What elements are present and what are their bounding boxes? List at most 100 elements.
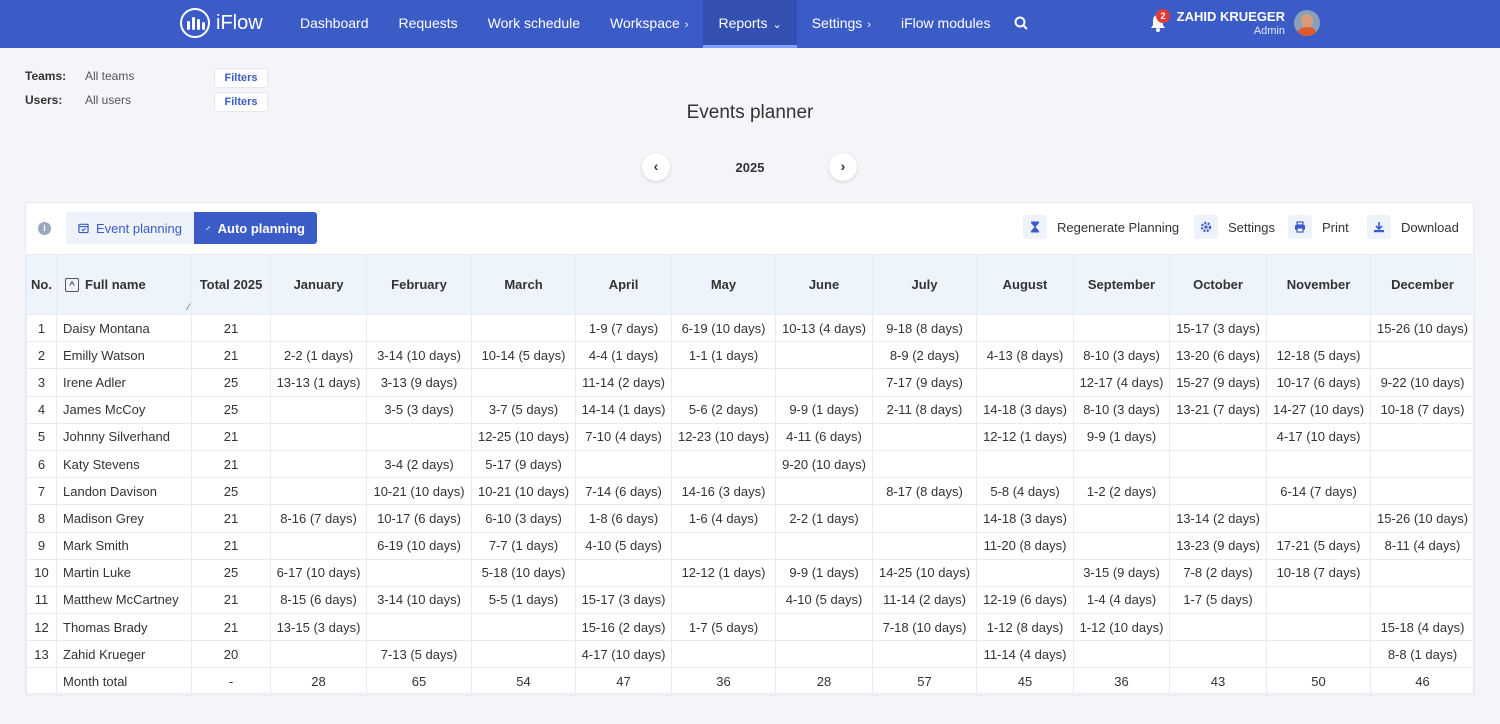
event-cell[interactable]: 12-25 (10 days) [471, 422, 576, 451]
event-cell[interactable] [1266, 640, 1371, 669]
event-cell[interactable]: 2-2 (1 days) [775, 504, 873, 533]
nav-item-dashboard[interactable]: Dashboard [285, 0, 384, 48]
event-cell[interactable]: 12-12 (1 days) [671, 558, 776, 587]
event-cell[interactable]: 15-17 (3 days) [575, 585, 672, 615]
event-cell[interactable] [1073, 531, 1170, 560]
event-cell[interactable]: 15-26 (10 days) [1370, 504, 1475, 533]
event-cell[interactable]: 9-9 (1 days) [775, 558, 873, 587]
event-cell[interactable]: 4-17 (10 days) [1266, 422, 1371, 451]
event-cell[interactable]: 1-8 (6 days) [575, 504, 672, 533]
event-cell[interactable]: 12-17 (4 days) [1073, 368, 1170, 397]
event-cell[interactable]: 6-19 (10 days) [671, 313, 776, 343]
event-cell[interactable] [1073, 313, 1170, 343]
event-cell[interactable]: 13-14 (2 days) [1169, 504, 1267, 533]
event-cell[interactable]: 1-6 (4 days) [671, 504, 776, 533]
event-cell[interactable]: 9-18 (8 days) [872, 313, 977, 343]
event-cell[interactable]: 1-12 (8 days) [976, 613, 1074, 642]
event-cell[interactable]: 1-12 (10 days) [1073, 613, 1170, 642]
event-cell[interactable] [1266, 449, 1371, 479]
event-cell[interactable]: 10-21 (10 days) [366, 477, 472, 506]
event-cell[interactable]: 10-18 (7 days) [1370, 395, 1475, 424]
event-cell[interactable] [1073, 640, 1170, 669]
nav-item-settings[interactable]: Settings › [797, 0, 886, 48]
event-cell[interactable]: 4-17 (10 days) [575, 640, 672, 669]
event-cell[interactable]: 15-16 (2 days) [575, 613, 672, 642]
event-cell[interactable] [471, 368, 576, 397]
event-cell[interactable]: 1-7 (5 days) [1169, 585, 1267, 615]
event-cell[interactable]: 15-27 (9 days) [1169, 368, 1267, 397]
event-cell[interactable]: 1-4 (4 days) [1073, 585, 1170, 615]
event-cell[interactable]: 9-22 (10 days) [1370, 368, 1475, 397]
event-cell[interactable]: 17-21 (5 days) [1266, 531, 1371, 560]
event-cell[interactable] [671, 531, 776, 560]
event-cell[interactable]: 15-18 (4 days) [1370, 613, 1475, 642]
nav-item-work-schedule[interactable]: Work schedule [473, 0, 595, 48]
search-icon[interactable] [1014, 16, 1028, 30]
event-cell[interactable]: 13-23 (9 days) [1169, 531, 1267, 560]
event-cell[interactable]: 4-11 (6 days) [775, 422, 873, 451]
event-cell[interactable] [575, 449, 672, 479]
event-cell[interactable] [1073, 449, 1170, 479]
download-button[interactable]: Download [1367, 215, 1459, 239]
event-cell[interactable]: 5-17 (9 days) [471, 449, 576, 479]
event-cell[interactable]: 14-18 (3 days) [976, 395, 1074, 424]
logo[interactable]: iFlow [180, 8, 263, 38]
prev-year-button[interactable]: ‹ [642, 153, 670, 181]
event-cell[interactable]: 7-18 (10 days) [872, 613, 977, 642]
event-cell[interactable] [471, 313, 576, 343]
event-cell[interactable] [775, 640, 873, 669]
event-cell[interactable]: 1-2 (2 days) [1073, 477, 1170, 506]
event-cell[interactable]: 10-21 (10 days) [471, 477, 576, 506]
event-cell[interactable]: 9-9 (1 days) [775, 395, 873, 424]
event-cell[interactable]: 13-20 (6 days) [1169, 341, 1267, 370]
event-cell[interactable]: 13-21 (7 days) [1169, 395, 1267, 424]
event-cell[interactable] [1370, 422, 1475, 451]
event-cell[interactable] [1266, 585, 1371, 615]
event-cell[interactable]: 10-17 (6 days) [366, 504, 472, 533]
event-cell[interactable] [872, 449, 977, 479]
event-cell[interactable] [1370, 477, 1475, 506]
event-cell[interactable] [872, 531, 977, 560]
event-cell[interactable]: 12-23 (10 days) [671, 422, 776, 451]
event-cell[interactable]: 7-7 (1 days) [471, 531, 576, 560]
event-cell[interactable]: 11-14 (2 days) [575, 368, 672, 397]
settings-button[interactable]: Settings [1194, 215, 1275, 239]
event-cell[interactable] [270, 477, 367, 506]
event-cell[interactable]: 8-15 (6 days) [270, 585, 367, 615]
event-cell[interactable] [775, 531, 873, 560]
event-cell[interactable]: 10-14 (5 days) [471, 341, 576, 370]
event-cell[interactable]: 11-20 (8 days) [976, 531, 1074, 560]
event-cell[interactable]: 13-13 (1 days) [270, 368, 367, 397]
event-cell[interactable] [976, 313, 1074, 343]
event-cell[interactable] [1169, 613, 1267, 642]
event-cell[interactable]: 9-20 (10 days) [775, 449, 873, 479]
event-cell[interactable] [775, 341, 873, 370]
event-cell[interactable]: 8-9 (2 days) [872, 341, 977, 370]
event-cell[interactable]: 8-11 (4 days) [1370, 531, 1475, 560]
event-cell[interactable] [671, 585, 776, 615]
event-cell[interactable]: 2-11 (8 days) [872, 395, 977, 424]
event-cell[interactable]: 9-9 (1 days) [1073, 422, 1170, 451]
event-cell[interactable] [1169, 449, 1267, 479]
teams-filters-button[interactable]: Filters [214, 68, 268, 88]
event-cell[interactable] [1169, 640, 1267, 669]
event-cell[interactable] [775, 613, 873, 642]
event-cell[interactable]: 4-4 (1 days) [575, 341, 672, 370]
event-cell[interactable]: 6-10 (3 days) [471, 504, 576, 533]
event-cell[interactable] [1370, 449, 1475, 479]
event-cell[interactable]: 2-2 (1 days) [270, 341, 367, 370]
event-cell[interactable]: 15-26 (10 days) [1370, 313, 1475, 343]
event-cell[interactable] [575, 558, 672, 587]
event-cell[interactable]: 8-10 (3 days) [1073, 395, 1170, 424]
event-cell[interactable]: 12-19 (6 days) [976, 585, 1074, 615]
event-cell[interactable] [366, 613, 472, 642]
event-cell[interactable] [1169, 477, 1267, 506]
event-cell[interactable]: 1-7 (5 days) [671, 613, 776, 642]
resize-handle-icon[interactable]: ⁄ [187, 302, 189, 312]
nav-item-reports[interactable]: Reports ⌄ [703, 0, 797, 48]
event-cell[interactable]: 3-15 (9 days) [1073, 558, 1170, 587]
event-cell[interactable]: 3-14 (10 days) [366, 585, 472, 615]
event-cell[interactable] [471, 640, 576, 669]
event-cell[interactable]: 5-18 (10 days) [471, 558, 576, 587]
event-cell[interactable] [366, 558, 472, 587]
